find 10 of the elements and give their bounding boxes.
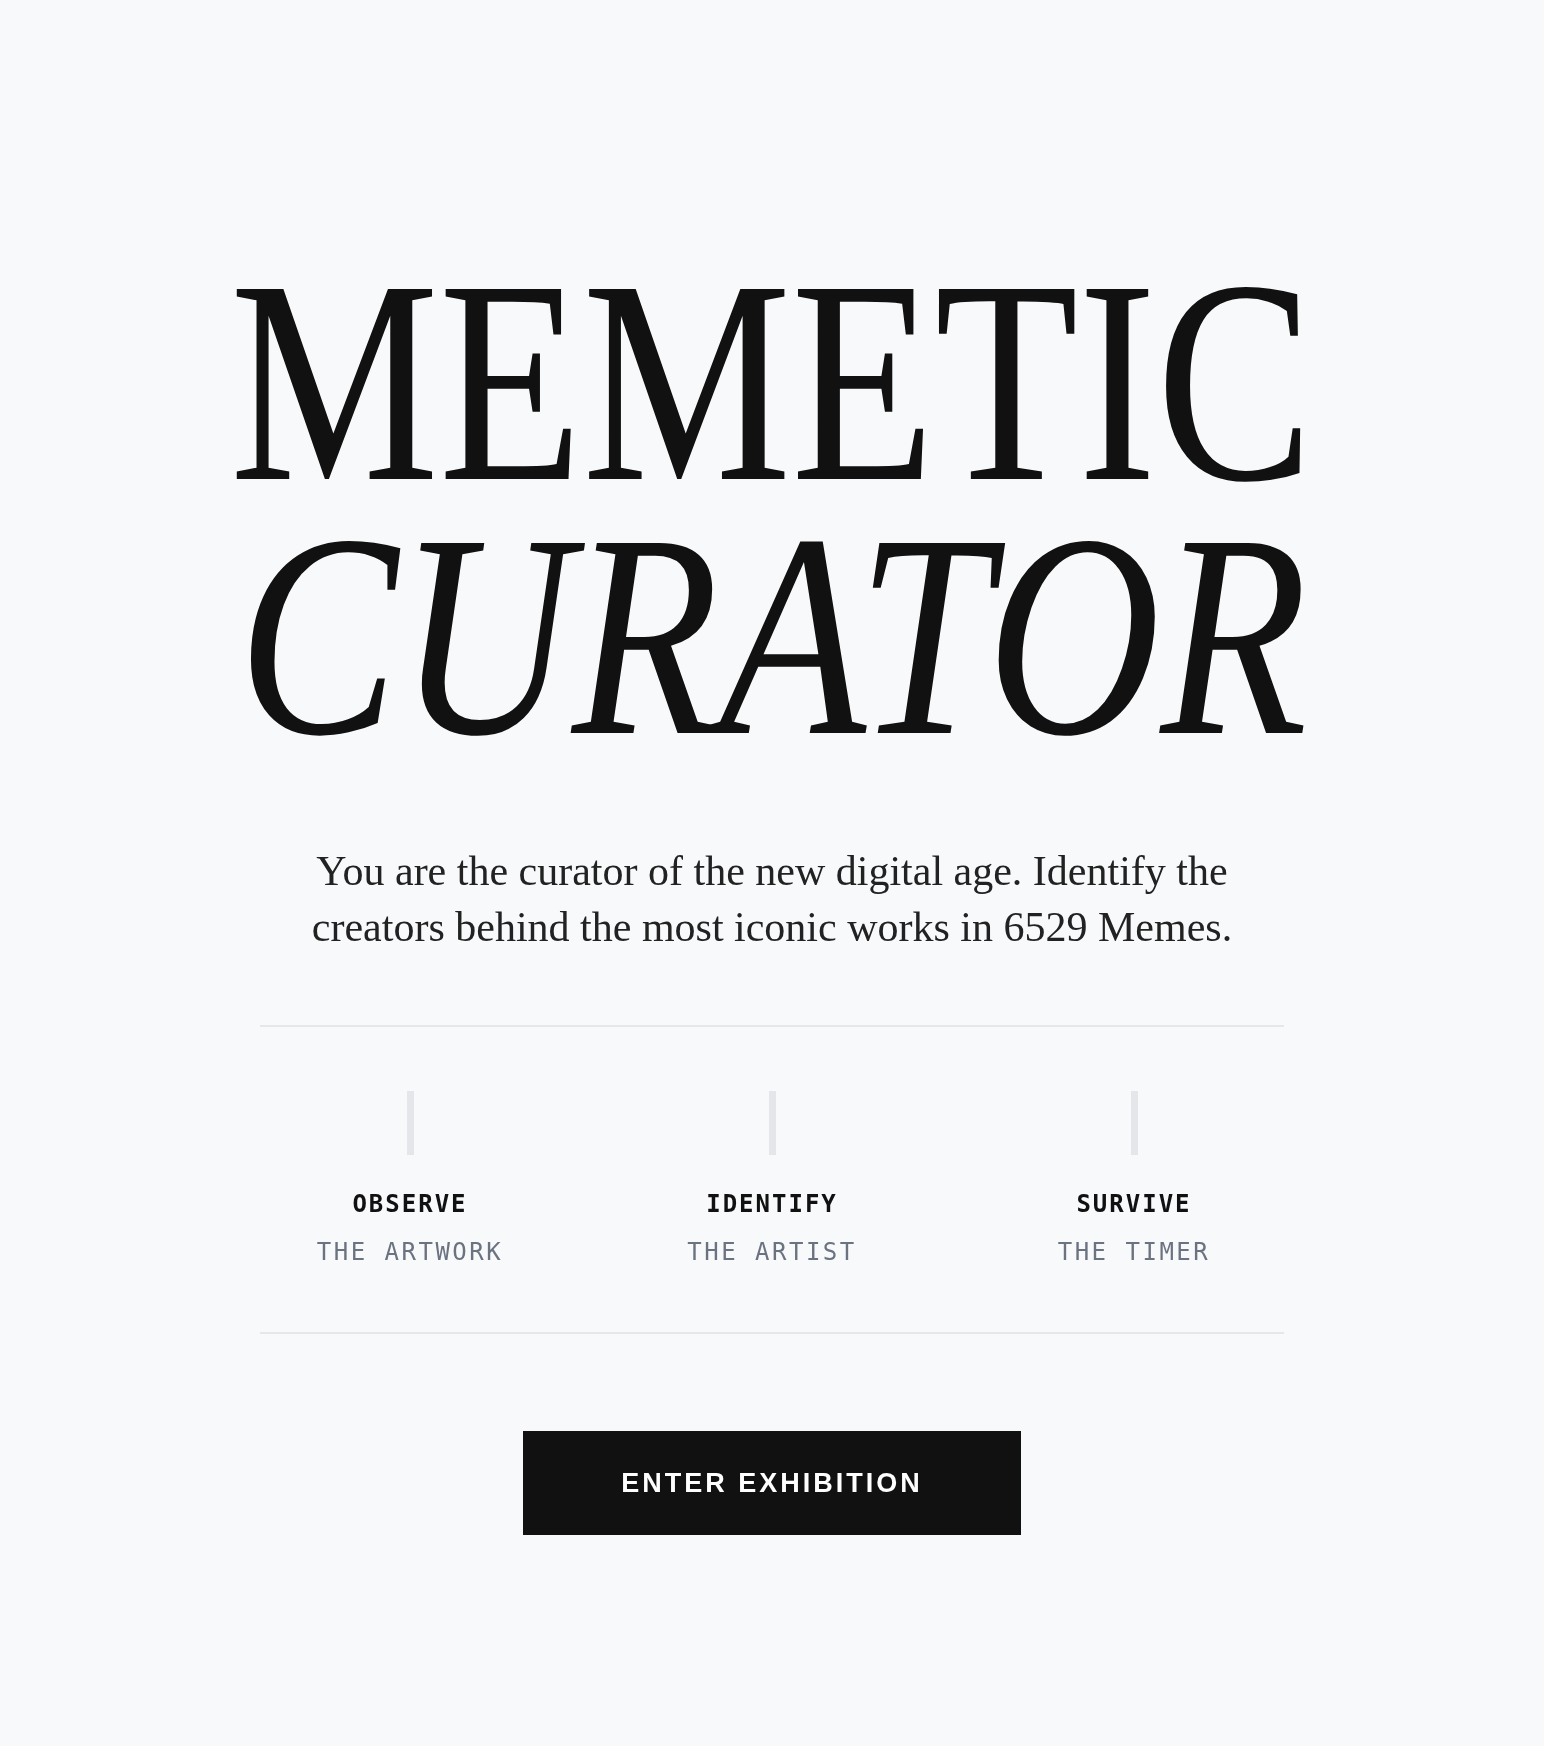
enter-exhibition-button[interactable]: ENTER EXHIBITION <box>523 1431 1021 1535</box>
title-line: MEMETIC <box>229 255 1315 509</box>
step-subtitle: THE ARTWORK <box>316 1238 504 1266</box>
step-title: SURVIVE <box>1076 1190 1192 1218</box>
step-subtitle: THE TIMER <box>1057 1238 1211 1266</box>
step-title: IDENTIFY <box>706 1190 838 1218</box>
step-title: OBSERVE <box>352 1190 468 1218</box>
step-subtitle: THE ARTIST <box>687 1238 857 1266</box>
intro-paragraph: You are the curator of the new digital age. Identify the creators behind the most iconic works in 6529 Memes. <box>310 847 1234 952</box>
title-line: CURATOR <box>237 509 1308 763</box>
